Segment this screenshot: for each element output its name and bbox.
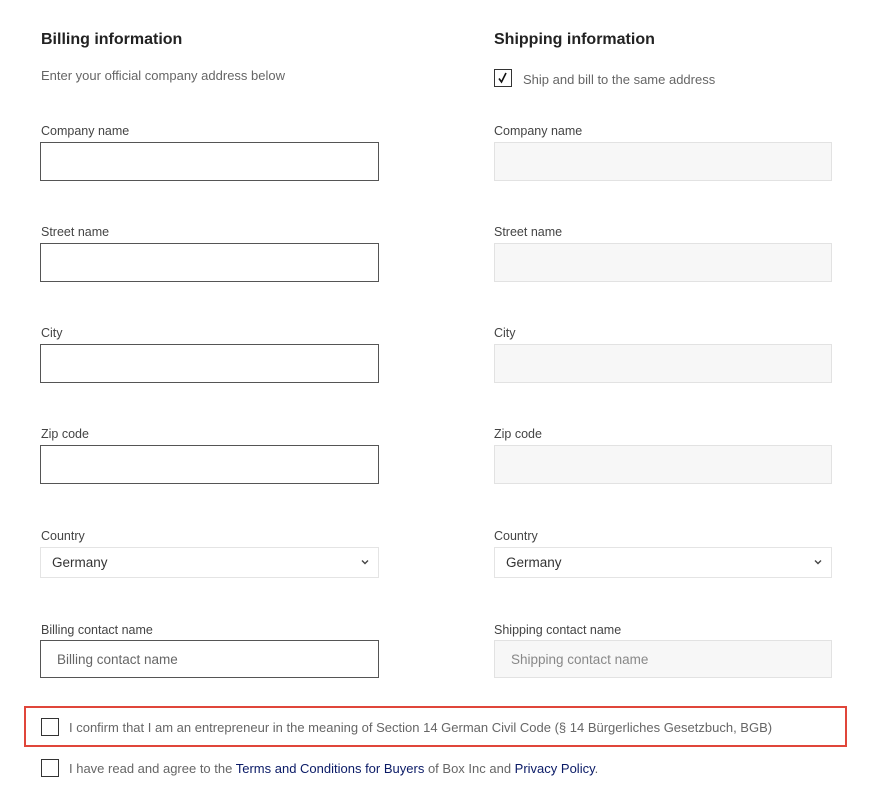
shipping-company-input: [494, 142, 832, 181]
checkmark-icon: [498, 72, 507, 84]
same-address-checkbox[interactable]: [494, 69, 512, 87]
entrepreneur-label[interactable]: I confirm that I am an entrepreneur in t…: [69, 720, 772, 735]
chevron-down-icon: [361, 560, 369, 565]
privacy-link[interactable]: Privacy Policy: [515, 761, 595, 776]
billing-contact-input[interactable]: [40, 640, 379, 678]
billing-street-label: Street name: [41, 225, 110, 239]
shipping-company-label: Company name: [494, 124, 583, 138]
terms-link[interactable]: Terms and Conditions for Buyers: [236, 761, 425, 776]
shipping-contact-input[interactable]: [494, 640, 832, 678]
shipping-country-select[interactable]: Germany: [494, 547, 832, 578]
shipping-city-label: City: [494, 326, 516, 340]
billing-contact-label: Billing contact name: [41, 623, 153, 637]
terms-middle: of Box Inc and: [424, 761, 515, 776]
billing-zip-input[interactable]: [40, 445, 379, 484]
billing-subtext: Enter your official company address belo…: [41, 68, 285, 83]
shipping-contact-label: Shipping contact name: [494, 623, 622, 637]
shipping-country-label: Country: [494, 529, 538, 543]
billing-heading: Billing information: [41, 31, 183, 48]
billing-city-label: City: [41, 326, 63, 340]
billing-company-label: Company name: [41, 124, 130, 138]
entrepreneur-checkbox[interactable]: [41, 718, 59, 736]
shipping-heading: Shipping information: [494, 31, 655, 48]
shipping-country-value: Germany: [506, 555, 562, 570]
billing-street-input[interactable]: [40, 243, 379, 282]
same-address-label[interactable]: Ship and bill to the same address: [523, 72, 715, 87]
terms-label: I have read and agree to the Terms and C…: [69, 761, 598, 776]
billing-country-select[interactable]: Germany: [40, 547, 379, 578]
chevron-down-icon: [814, 560, 822, 565]
shipping-zip-label: Zip code: [494, 427, 542, 441]
billing-city-input[interactable]: [40, 344, 379, 383]
shipping-street-label: Street name: [494, 225, 563, 239]
billing-country-label: Country: [41, 529, 85, 543]
shipping-city-input: [494, 344, 832, 383]
shipping-street-input: [494, 243, 832, 282]
terms-suffix: .: [594, 761, 599, 776]
terms-prefix: I have read and agree to the: [69, 761, 236, 776]
terms-checkbox[interactable]: [41, 759, 59, 777]
billing-zip-label: Zip code: [41, 427, 89, 441]
shipping-zip-input: [494, 445, 832, 484]
billing-company-input[interactable]: [40, 142, 379, 181]
billing-country-value: Germany: [52, 555, 108, 570]
